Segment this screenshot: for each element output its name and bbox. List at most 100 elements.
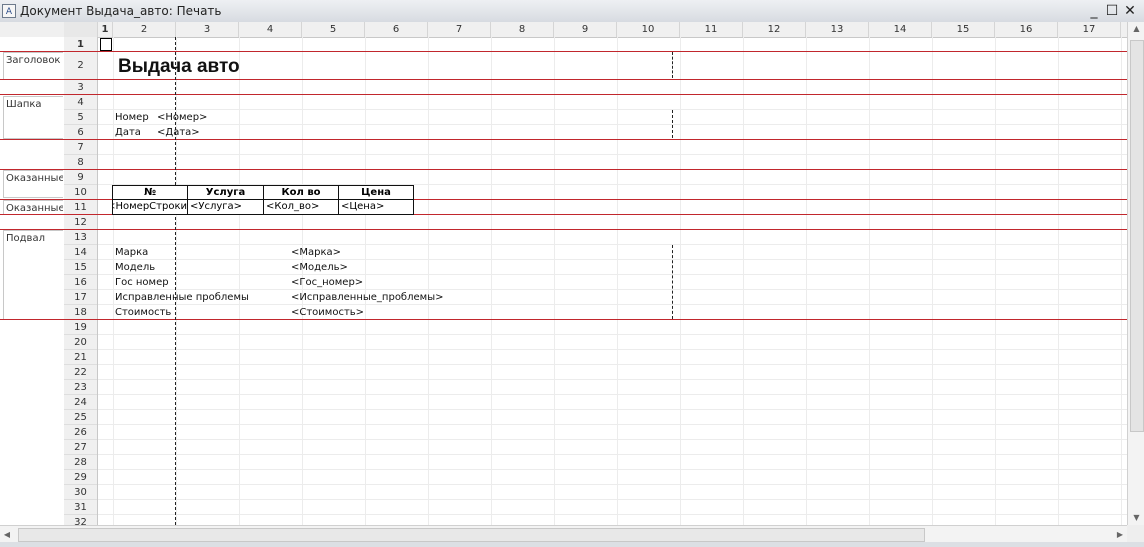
row-header-cell[interactable]: 6 (64, 125, 97, 140)
row-header-cell[interactable]: 13 (64, 230, 97, 245)
page-break-line (672, 110, 673, 138)
row-header-cell[interactable]: 17 (64, 290, 97, 305)
vertical-scroll-thumb[interactable] (1130, 40, 1144, 432)
row-header-cell[interactable]: 8 (64, 155, 97, 170)
row-header-cell[interactable]: 24 (64, 395, 97, 410)
table-cell-number: НомерСтроки> (112, 199, 188, 215)
area-services-row[interactable]: Оказанные_ (3, 200, 63, 215)
cost-label: Стоимость (115, 307, 172, 318)
table-cell-service: <Услуга> (187, 199, 264, 215)
grid-row-line (98, 259, 1127, 260)
row-header-cell[interactable]: 15 (64, 260, 97, 275)
scroll-up-icon[interactable]: ▲ (1128, 22, 1144, 36)
column-header-cell[interactable]: 4 (239, 22, 302, 37)
column-header-cell[interactable]: 13 (806, 22, 869, 37)
row-header-cell[interactable]: 4 (64, 95, 97, 110)
row-header-cell[interactable]: 11 (64, 200, 97, 215)
document-icon: A (2, 4, 16, 18)
column-header-cell[interactable]: 8 (491, 22, 554, 37)
cost-value: <Стоимость> (291, 307, 365, 318)
grid-row-line (98, 424, 1127, 425)
row-header-cell[interactable]: 25 (64, 410, 97, 425)
grid-column-line (491, 37, 492, 525)
row-header-cell[interactable]: 20 (64, 335, 97, 350)
row-header-cell[interactable]: 1 (64, 37, 97, 52)
column-header-cell[interactable]: 9 (554, 22, 617, 37)
grid-row-line (98, 244, 1127, 245)
column-header-cell[interactable]: 16 (995, 22, 1058, 37)
column-header-cell[interactable]: 11 (680, 22, 743, 37)
row-header-cell[interactable]: 29 (64, 470, 97, 485)
row-header-cell[interactable]: 5 (64, 110, 97, 125)
window-bottom-border (0, 542, 1144, 547)
fixed-problems-label: Исправленные проблемы (115, 292, 249, 303)
grid-row-line (98, 124, 1127, 125)
region-boundary (0, 229, 1127, 230)
column-header-cell[interactable]: 6 (365, 22, 428, 37)
spreadsheet-area[interactable]: 1 2 3 4 5 6 7 8 9 10 11 12 13 14 15 16 17 Заголовок Шапк… (0, 22, 1127, 525)
selected-cell[interactable] (100, 38, 112, 51)
grid-column-line (1121, 37, 1122, 525)
row-header-cell[interactable]: 7 (64, 140, 97, 155)
grid-column-line (428, 37, 429, 525)
plate-label: Гос номер (115, 277, 169, 288)
column-header-cell[interactable]: 7 (428, 22, 491, 37)
row-header-cell[interactable]: 12 (64, 215, 97, 230)
date-value: <Дата> (157, 127, 200, 138)
row-header-cell[interactable]: 18 (64, 305, 97, 320)
row-header-cell[interactable]: 19 (64, 320, 97, 335)
column-header-cell[interactable]: 10 (617, 22, 680, 37)
grid-column-line (995, 37, 996, 525)
column-header-cell[interactable]: 5 (302, 22, 365, 37)
row-header-cell[interactable]: 9 (64, 170, 97, 185)
row-header-cell[interactable]: 30 (64, 485, 97, 500)
horizontal-scrollbar[interactable]: ◀ ▶ (0, 525, 1127, 543)
area-header[interactable]: Заголовок (3, 52, 63, 80)
column-header-cell[interactable]: 12 (743, 22, 806, 37)
row-header-cell[interactable]: 32 (64, 515, 97, 525)
grid-row-line (98, 379, 1127, 380)
horizontal-scroll-thumb[interactable] (18, 528, 925, 542)
row-header-cell[interactable]: 27 (64, 440, 97, 455)
column-header-cell[interactable]: 15 (932, 22, 995, 37)
grid-row-line (98, 454, 1127, 455)
corner-cell[interactable] (64, 22, 98, 37)
vertical-scrollbar[interactable]: ▲ ▼ (1127, 22, 1144, 525)
column-header-cell[interactable]: 3 (176, 22, 239, 37)
brand-value: <Марка> (291, 247, 342, 258)
minimize-button[interactable]: _ (1086, 3, 1102, 19)
area-footer[interactable]: Подвал (3, 230, 63, 320)
area-services-head[interactable]: Оказанные_ (3, 170, 63, 198)
region-boundary (0, 319, 1127, 320)
row-header-cell[interactable]: 26 (64, 425, 97, 440)
row-header-cell[interactable]: 16 (64, 275, 97, 290)
maximize-button[interactable]: ☐ (1104, 3, 1120, 19)
row-header-cell[interactable]: 14 (64, 245, 97, 260)
column-header-cell[interactable]: 2 (113, 22, 176, 37)
row-header-cell[interactable]: 2 (64, 52, 97, 80)
date-label: Дата (115, 127, 141, 138)
area-cap[interactable]: Шапка (3, 96, 63, 139)
scroll-down-icon[interactable]: ▼ (1128, 511, 1144, 525)
page-break-line (672, 245, 673, 319)
row-header-cell[interactable]: 10 (64, 185, 97, 200)
column-header-cell[interactable]: 17 (1058, 22, 1121, 37)
scrollbar-corner (1127, 525, 1144, 542)
cell-grid[interactable] (98, 37, 1127, 525)
table-header-qty: Кол во (263, 185, 339, 200)
close-button[interactable]: ✕ (1122, 3, 1138, 19)
column-header-cell[interactable]: 14 (869, 22, 932, 37)
column-header-cell[interactable]: 1 (98, 22, 113, 37)
row-header-cell[interactable]: 28 (64, 455, 97, 470)
row-header-cell[interactable]: 21 (64, 350, 97, 365)
table-header-number: № (112, 185, 188, 200)
table-header-service: Услуга (187, 185, 264, 200)
row-header-cell[interactable]: 31 (64, 500, 97, 515)
scroll-left-icon[interactable]: ◀ (0, 526, 14, 543)
row-header-cell[interactable]: 23 (64, 380, 97, 395)
scroll-right-icon[interactable]: ▶ (1113, 526, 1127, 543)
grid-row-line (98, 154, 1127, 155)
row-header-cell[interactable]: 3 (64, 80, 97, 95)
row-header-cell[interactable]: 22 (64, 365, 97, 380)
grid-row-line (98, 349, 1127, 350)
